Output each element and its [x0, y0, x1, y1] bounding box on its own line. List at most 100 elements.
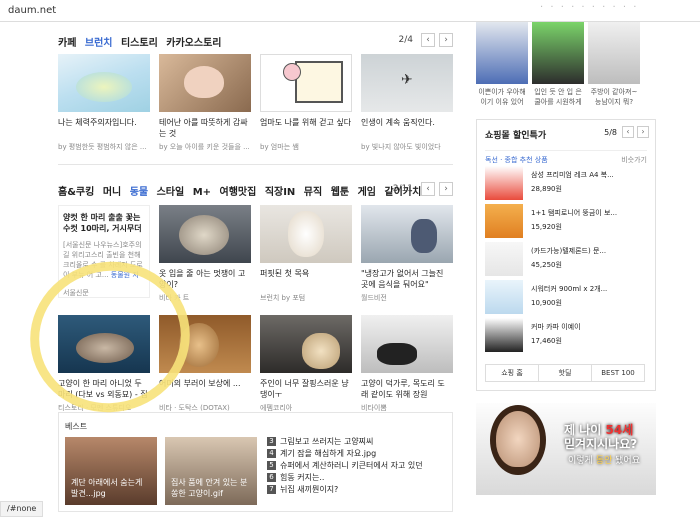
list-item[interactable]: 3 그림보고 쓰러지는 고양찌씨	[267, 435, 452, 447]
product-image[interactable]	[485, 242, 523, 276]
tab-style[interactable]: 스타일	[157, 187, 185, 198]
product-text[interactable]: 입인 듯 안 입 은 쿨아를 시원하게	[532, 87, 584, 107]
shop-item[interactable]: (카드가능)텔제론드) 문... 45,250원	[485, 242, 617, 280]
card-caption[interactable]: 인생이 계속 움직인다.	[361, 117, 453, 139]
best100-button[interactable]: BEST 100	[591, 364, 645, 382]
card-caption[interactable]: 어미의 부러이 보상에 ...	[159, 378, 251, 400]
tab-tistory[interactable]: 티스토리	[121, 38, 158, 49]
url-text[interactable]: daum.net	[8, 5, 56, 16]
next-button[interactable]: ›	[439, 182, 453, 196]
list-item-text[interactable]: 힘동 커지는..	[280, 472, 324, 483]
tab-brunch[interactable]: 브런치	[85, 38, 113, 49]
product-card[interactable]: 주방이 같아져~ 능남이지 뭐?	[588, 22, 640, 107]
card-caption[interactable]: 엄마도 나를 위해 걷고 싶다	[260, 117, 352, 139]
best-thumbnail[interactable]: 집사 품에 안겨 있는 분쏭한 고양이.gif	[165, 437, 257, 505]
prev-button[interactable]: ‹	[622, 126, 634, 138]
prev-button[interactable]: ‹	[421, 33, 435, 47]
list-item-text[interactable]: 그림보고 쓰러지는 고양찌씨	[280, 436, 373, 447]
text-news-card[interactable]: 양컷 한 마리 출출 꽃는 수컷 10마리, 거시무더 [서울신문 나우뉴스]호…	[58, 205, 150, 298]
content-card[interactable]: 엄마도 나를 위해 걷고 싶다 by 엄마는 쌤	[260, 54, 352, 152]
card-caption[interactable]: 고양이 한 마리 아니었 두 마리 (다보 vs 외동묘) - 집	[58, 378, 150, 400]
product-text[interactable]: 주방이 같아져~ 능남이지 뭐?	[588, 87, 640, 107]
card-thumbnail[interactable]	[260, 205, 352, 263]
content-card[interactable]: 테어난 아를 따뜻하게 감싸는 것 by 오늘 아이를 키운 것들을 ...	[159, 54, 251, 152]
tab-kakaostory[interactable]: 카카오스토리	[166, 38, 221, 49]
shopping-home-button[interactable]: 쇼핑 홈	[485, 364, 539, 382]
product-name[interactable]: 커마 카파 이예이	[531, 322, 581, 332]
product-card[interactable]: 입인 듯 안 입 은 쿨아를 시원하게	[532, 22, 584, 107]
card-caption[interactable]: 고양이 덕가루, 목도리 도 래 같이도 위해 장원	[361, 378, 453, 400]
card-caption[interactable]: 테어난 아를 따뜻하게 감싸는 것	[159, 117, 251, 139]
list-item[interactable]: 5 슈퍼에서 계산하러니 키큰터에서 자고 있던	[267, 459, 452, 471]
list-item[interactable]: 7 뉘집 새끼뭔이지?	[267, 483, 452, 495]
content-card[interactable]: 퍼핏된 첫 목욕 브런치 by 포텀	[260, 205, 352, 303]
tab-animal[interactable]: 동물	[130, 187, 148, 198]
shop-more-link[interactable]: 비슷가기	[621, 155, 647, 165]
tab-job[interactable]: 직장IN	[265, 187, 296, 198]
card-thumbnail[interactable]	[159, 315, 251, 373]
product-text[interactable]: 이쁜이가 우아해 이기 이유 있어	[476, 87, 528, 107]
product-name[interactable]: (카드가능)텔제론드) 문...	[531, 246, 606, 256]
ad-subline[interactable]: 이렇게 동안 됐어요	[568, 453, 640, 466]
shop-item[interactable]: 시워터커 900ml x 2개... 10,900원	[485, 280, 617, 318]
content-card[interactable]: 고양이 덕가루, 목도리 도 래 같이도 위해 장원 비타이뽐	[361, 315, 453, 413]
card-thumbnail[interactable]	[361, 54, 453, 112]
card-thumbnail[interactable]	[361, 205, 453, 263]
shop-item[interactable]: 1+1 탬피로니어 뚱금이 보... 15,920원	[485, 204, 617, 242]
card-thumbnail[interactable]	[58, 315, 150, 373]
shop-item[interactable]: 커마 카파 이예이 17,460원	[485, 318, 617, 356]
product-image[interactable]	[485, 318, 523, 352]
list-item-text[interactable]: 슈퍼에서 계산하러니 키큰터에서 자고 있던	[280, 460, 423, 471]
product-name[interactable]: 삼성 프리미엄 레크 A4 복...	[531, 170, 614, 180]
card-thumbnail[interactable]	[58, 54, 150, 112]
hotdeal-button[interactable]: 핫딜	[538, 364, 592, 382]
product-image[interactable]	[532, 22, 584, 84]
list-item-text[interactable]: 계기 잠을 해심하게 자요.jpg	[280, 448, 376, 459]
card-thumbnail[interactable]	[159, 205, 251, 263]
ad-banner[interactable]: 제 나이 54세 믿겨지시나요? 이렇게 동안 됐어요	[476, 403, 656, 495]
content-card[interactable]: "냉장고가 없어서 그늘진 곳에 음식을 둬어요" 월드비전	[361, 205, 453, 303]
news-title[interactable]: 양컷 한 마리 출출 꽃는 수컷 10마리, 거시무더	[63, 212, 145, 234]
tab-mplus[interactable]: M+	[193, 187, 211, 198]
card-caption[interactable]: "냉장고가 없어서 그늘진 곳에 음식을 둬어요"	[361, 268, 453, 290]
prev-button[interactable]: ‹	[421, 182, 435, 196]
best-thumbnail[interactable]: 계단 아래에서 숨는게 발견...jpg	[65, 437, 157, 505]
product-image[interactable]	[485, 166, 523, 200]
tab-game[interactable]: 게임	[358, 187, 376, 198]
tab-cafe[interactable]: 카페	[58, 38, 76, 49]
content-card[interactable]: 인생이 계속 움직인다. by 빛나지 않아도 빛이었다	[361, 54, 453, 152]
tab-music[interactable]: 뮤직	[304, 187, 322, 198]
address-bar[interactable]: daum.net · · · · · · · · · ·	[0, 0, 700, 22]
content-card[interactable]: 주인이 너무 잘핑스러운 냥 댕이ㅜ 에펨코리아	[260, 315, 352, 413]
product-name[interactable]: 1+1 탬피로니어 뚱금이 보...	[531, 208, 617, 218]
content-card[interactable]: 옷 입을 줄 아는 멋쟁이 고양이? 비타 카 트	[159, 205, 251, 303]
card-caption[interactable]: 퍼핏된 첫 목욕	[260, 268, 352, 290]
card-caption[interactable]: 나는 체력주의자입니다.	[58, 117, 150, 139]
next-button[interactable]: ›	[439, 33, 453, 47]
best-overlay-text[interactable]: 계단 아래에서 숨는게 발견...jpg	[71, 477, 151, 499]
shop-category[interactable]: 독선 · 종합 추천 상품	[485, 155, 548, 165]
card-thumbnail[interactable]	[260, 315, 352, 373]
card-caption[interactable]: 주인이 너무 잘핑스러운 냥 댕이ㅜ	[260, 378, 352, 400]
product-image[interactable]	[485, 204, 523, 238]
tab-webtoon[interactable]: 웹툰	[331, 187, 349, 198]
card-caption[interactable]: 옷 입을 줄 아는 멋쟁이 고양이?	[159, 268, 251, 290]
next-button[interactable]: ›	[637, 126, 649, 138]
shop-item[interactable]: 삼성 프리미엄 레크 A4 복... 28,890원	[485, 166, 617, 204]
tab-home-cooking[interactable]: 홈&쿠킹	[58, 187, 94, 198]
card-thumbnail[interactable]	[361, 315, 453, 373]
product-card[interactable]: 이쁜이가 우아해 이기 이유 있어	[476, 22, 528, 107]
list-item-text[interactable]: 뉘집 새끼뭔이지?	[280, 484, 338, 495]
tab-travel[interactable]: 여행맛집	[220, 187, 257, 198]
card-thumbnail[interactable]	[159, 54, 251, 112]
list-item[interactable]: 6 힘동 커지는..	[267, 471, 452, 483]
content-card[interactable]: 어미의 부러이 보상에 ... 비타 · 도탁스 (DOTAX)	[159, 315, 251, 413]
product-image[interactable]	[588, 22, 640, 84]
list-item[interactable]: 4 계기 잠을 해심하게 자요.jpg	[267, 447, 452, 459]
best-overlay-text[interactable]: 집사 품에 안겨 있는 분쏭한 고양이.gif	[171, 477, 251, 499]
content-card[interactable]: 고양이 한 마리 아니었 두 마리 (다보 vs 외동묘) - 집 티스토리 ·…	[58, 315, 150, 413]
product-image[interactable]	[485, 280, 523, 314]
ad-headline[interactable]: 제 나이 54세 믿겨지시나요?	[564, 423, 637, 451]
product-name[interactable]: 시워터커 900ml x 2개...	[531, 284, 607, 294]
card-thumbnail[interactable]	[260, 54, 352, 112]
